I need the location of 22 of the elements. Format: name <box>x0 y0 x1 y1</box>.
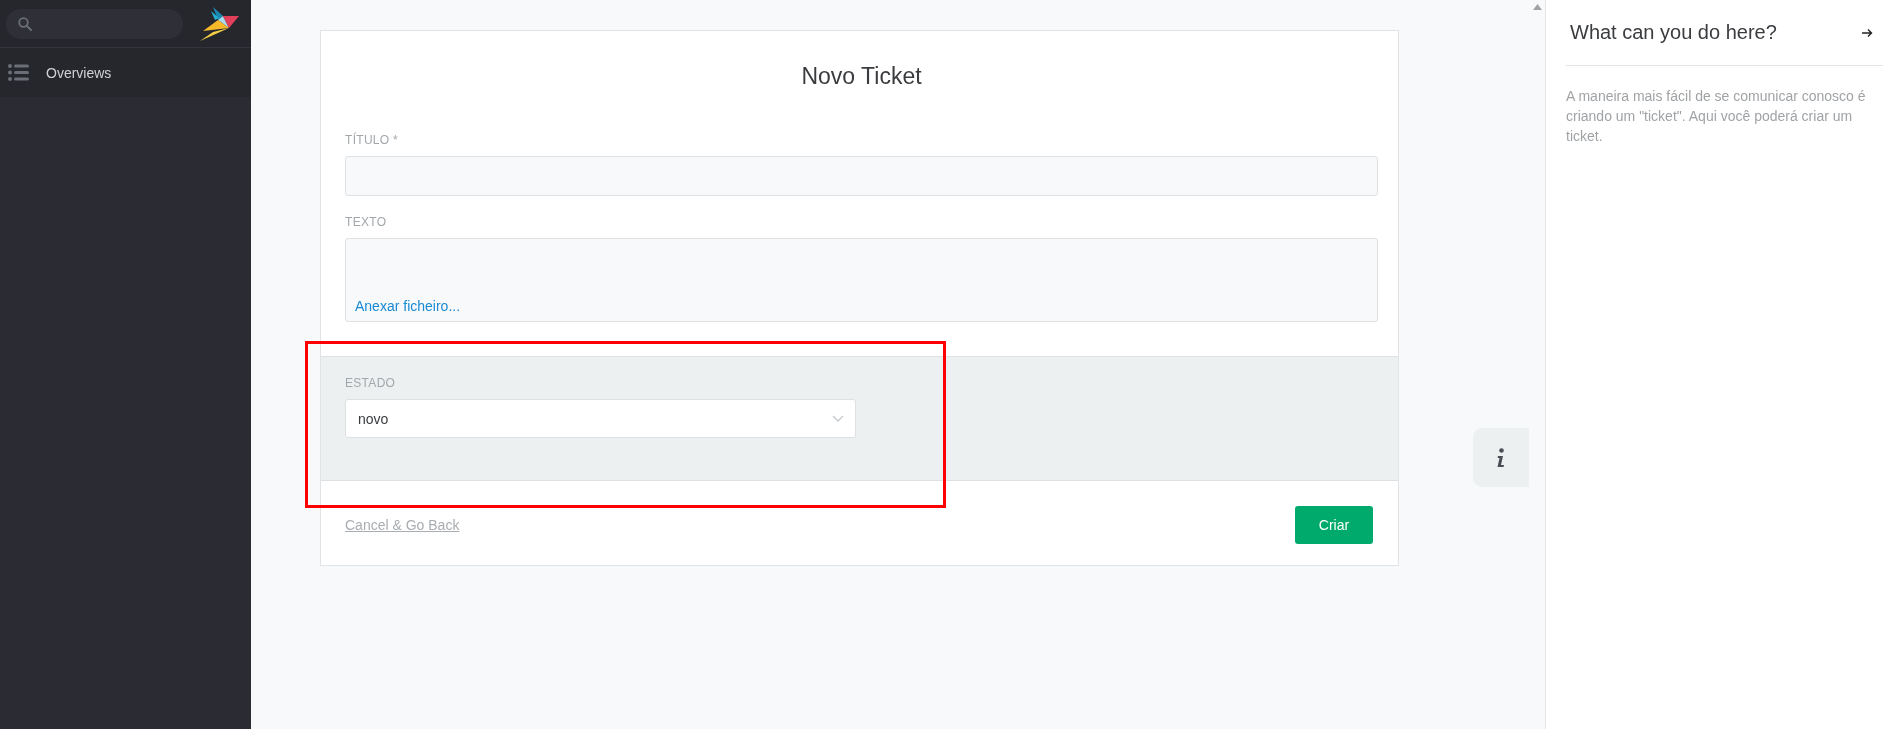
search-field[interactable] <box>6 8 183 39</box>
info-button[interactable] <box>1473 428 1529 487</box>
help-text: A maneira mais fácil de se comunicar conosco é criando um "ticket". Aqui você poderá criar um ticket. <box>1566 87 1867 146</box>
arrow-right-icon[interactable] <box>1862 27 1873 38</box>
info-icon <box>1496 447 1506 468</box>
list-icon <box>8 64 29 81</box>
nav-item[interactable]: Overviews <box>0 48 251 97</box>
state-select[interactable]: novo <box>345 399 856 438</box>
form-title: Novo Ticket <box>800 62 923 91</box>
field-label: TÍTULO * <box>345 132 400 148</box>
text-area[interactable]: Anexar ficheiro... <box>345 238 1378 322</box>
title-field[interactable] <box>345 156 1378 196</box>
bird-logo[interactable] <box>199 5 239 42</box>
search-icon <box>18 16 32 31</box>
field-label: ESTADO <box>345 375 397 391</box>
chevron-down-icon <box>832 415 844 422</box>
cancel-link[interactable]: Cancel & Go Back <box>345 517 460 533</box>
create-button[interactable]: Criar <box>1295 506 1373 544</box>
help-title: What can you do here? <box>1570 21 1777 44</box>
attach-file-link[interactable]: Anexar ficheiro... <box>355 298 461 314</box>
field-label: TEXTO <box>345 214 388 230</box>
scroll-up-icon[interactable] <box>1533 4 1542 10</box>
